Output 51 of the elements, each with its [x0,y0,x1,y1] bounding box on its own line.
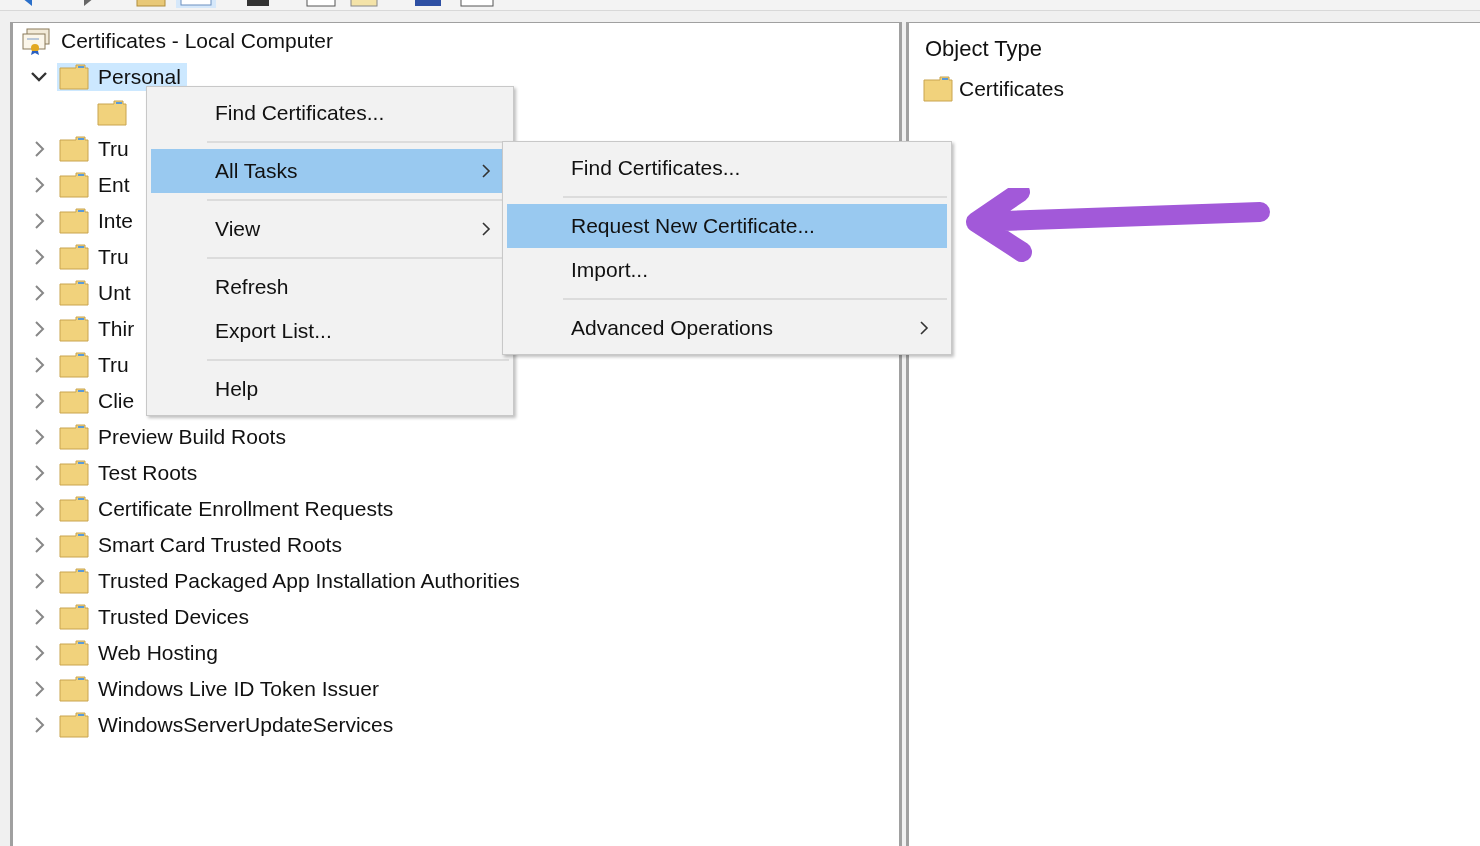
menu-item[interactable]: Help [151,367,509,411]
folder-icon [59,64,89,90]
folder-icon [59,424,89,450]
tree-item[interactable]: Test Roots [57,459,204,487]
tree-item[interactable]: Thir [57,315,141,343]
list-item-label[interactable]: Certificates [959,77,1065,101]
folder-icon [59,532,89,558]
menu-item[interactable]: Request New Certificate... [507,204,947,248]
folder-icon [59,604,89,630]
tree-item[interactable]: Windows Live ID Token Issuer [57,675,385,703]
tree-item[interactable]: Clie [57,387,141,415]
folder-icon [59,172,89,198]
folder-icon [59,496,89,522]
folder-icon [59,280,89,306]
folder-icon [923,76,953,102]
tree-item[interactable]: Personal [57,63,187,91]
chevron-right-icon [919,320,929,336]
tree-item[interactable]: Tru [57,243,135,271]
folder-icon [97,100,127,126]
menu-item[interactable]: Import... [507,248,947,292]
folder-icon [59,460,89,486]
tree-item[interactable]: Inte [57,207,140,235]
folder-icon [59,136,89,162]
tree-item[interactable]: Certificate Enrollment Requests [57,495,400,523]
folder-icon [59,208,89,234]
tree-item[interactable]: Trusted Devices [57,603,255,631]
tree-item[interactable]: Tru [57,135,135,163]
menu-item[interactable]: Find Certificates... [151,91,509,135]
menu-item[interactable]: Advanced Operations [507,306,947,350]
column-header[interactable]: Object Type [923,31,1480,67]
tree-item[interactable]: Web Hosting [57,639,224,667]
folder-icon [59,712,89,738]
folder-icon [59,352,89,378]
tree-item[interactable]: Smart Card Trusted Roots [57,531,348,559]
tree-root-label[interactable]: Certificates - Local Computer [61,29,333,53]
tree-item[interactable]: Trusted Packaged App Installation Authorities [57,567,526,595]
folder-icon [59,244,89,270]
folder-icon [59,316,89,342]
certificate-icon [21,27,51,55]
chevron-right-icon [481,221,491,237]
tree-item[interactable]: Ent [57,171,136,199]
folder-icon [59,388,89,414]
tree-item[interactable]: Tru [57,351,135,379]
folder-icon [59,676,89,702]
tree-item[interactable]: WindowsServerUpdateServices [57,711,400,739]
folder-icon [59,640,89,666]
tree-item[interactable]: Preview Build Roots [57,423,292,451]
folder-icon [59,568,89,594]
chevron-right-icon [481,163,491,179]
menu-item[interactable]: Find Certificates... [507,146,947,190]
tree-item[interactable]: Unt [57,279,137,307]
